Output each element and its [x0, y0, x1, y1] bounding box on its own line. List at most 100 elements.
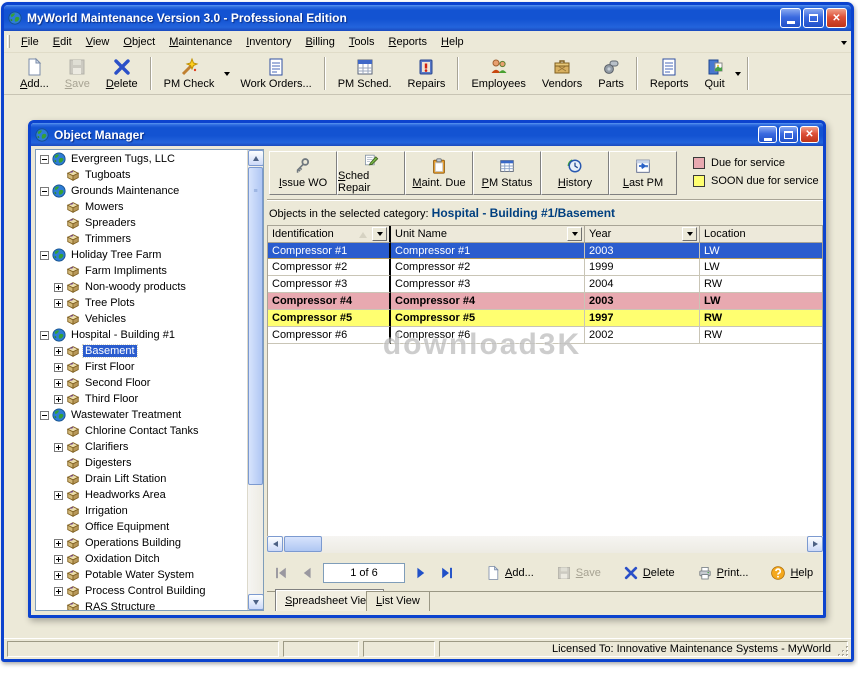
collapse-icon[interactable]: [40, 331, 49, 340]
menu-edit[interactable]: Edit: [46, 33, 79, 51]
object-manager-titlebar[interactable]: Object Manager ✕: [31, 123, 823, 146]
menu-help[interactable]: Help: [434, 33, 471, 51]
add-record-button[interactable]: Add...: [485, 565, 534, 581]
close-button[interactable]: ✕: [826, 8, 847, 28]
menu-billing[interactable]: Billing: [298, 33, 341, 51]
col-location[interactable]: Location: [700, 226, 822, 243]
expand-icon[interactable]: [54, 555, 63, 564]
tree-item[interactable]: Holiday Tree Farm: [36, 247, 247, 263]
repairs-button[interactable]: Repairs: [400, 54, 454, 93]
tree-item[interactable]: RAS Structure: [36, 599, 247, 610]
expand-icon[interactable]: [54, 395, 63, 404]
table-row[interactable]: Compressor #2Compressor #21999LW: [268, 259, 822, 276]
tree-item[interactable]: Clarifiers: [36, 439, 247, 455]
table-row[interactable]: Compressor #1Compressor #12003LW: [268, 242, 822, 259]
menu-maintenance[interactable]: Maintenance: [162, 33, 239, 51]
tree-item[interactable]: First Floor: [36, 359, 247, 375]
add-button[interactable]: Add...: [12, 54, 57, 93]
table-horizontal-scrollbar[interactable]: [267, 536, 823, 553]
expand-icon[interactable]: [54, 363, 63, 372]
reports-button[interactable]: Reports: [642, 54, 697, 93]
scroll-left-button[interactable]: [267, 536, 283, 552]
unit-name-filter-button[interactable]: [567, 227, 582, 241]
resize-grip[interactable]: [837, 645, 850, 658]
history-button[interactable]: History: [541, 151, 609, 195]
tree-item[interactable]: Headworks Area: [36, 487, 247, 503]
tree-scrollbar[interactable]: ≡: [247, 150, 263, 610]
pm-status-button[interactable]: PM Status: [473, 151, 541, 195]
employees-button[interactable]: Employees: [463, 54, 533, 93]
tree-item[interactable]: Mowers: [36, 199, 247, 215]
parts-button[interactable]: Parts: [590, 54, 632, 93]
expand-icon[interactable]: [54, 443, 63, 452]
tree-item[interactable]: Hospital - Building #1: [36, 327, 247, 343]
tree-item[interactable]: Farm Impliments: [36, 263, 247, 279]
identification-filter-button[interactable]: [372, 227, 387, 241]
col-identification[interactable]: Identification: [268, 226, 391, 243]
issue-wo-button[interactable]: Issue WO: [269, 151, 337, 195]
minimize-button[interactable]: [780, 8, 801, 28]
menu-inventory[interactable]: Inventory: [239, 33, 298, 51]
tree-item[interactable]: Digesters: [36, 455, 247, 471]
menu-view[interactable]: View: [79, 33, 117, 51]
print-button[interactable]: Print...: [697, 565, 749, 581]
expand-icon[interactable]: [54, 587, 63, 596]
scroll-right-button[interactable]: [807, 536, 823, 552]
save-record-button[interactable]: Save: [556, 565, 601, 581]
collapse-icon[interactable]: [40, 251, 49, 260]
expand-icon[interactable]: [54, 491, 63, 500]
table-row[interactable]: Compressor #3Compressor #32004RW: [268, 276, 822, 293]
first-record-button[interactable]: [273, 565, 289, 581]
menu-overflow-button[interactable]: [841, 36, 847, 48]
expand-icon[interactable]: [54, 571, 63, 580]
tree-item[interactable]: Third Floor: [36, 391, 247, 407]
om-maximize-button[interactable]: [779, 126, 798, 143]
main-titlebar[interactable]: MyWorld Maintenance Version 3.0 - Profes…: [4, 5, 851, 31]
tree-item[interactable]: Potable Water System: [36, 567, 247, 583]
om-minimize-button[interactable]: [758, 126, 777, 143]
last-pm-button[interactable]: Last PM: [609, 151, 677, 195]
tree-item[interactable]: Wastewater Treatment: [36, 407, 247, 423]
tree-item[interactable]: Process Control Building: [36, 583, 247, 599]
scroll-up-button[interactable]: [248, 150, 264, 166]
maint-due-button[interactable]: Maint. Due: [405, 151, 473, 195]
quit-button[interactable]: Quit: [696, 54, 732, 93]
tree-item[interactable]: Evergreen Tugs, LLC: [36, 151, 247, 167]
pm-check-dropdown-icon[interactable]: [224, 72, 230, 76]
delete-button[interactable]: Delete: [98, 54, 146, 93]
scrollbar-thumb[interactable]: [284, 536, 322, 552]
menu-reports[interactable]: Reports: [382, 33, 435, 51]
tab-list-view[interactable]: List View: [366, 591, 430, 611]
vendors-button[interactable]: Vendors: [534, 54, 590, 93]
tree-item[interactable]: Tree Plots: [36, 295, 247, 311]
col-unit-name[interactable]: Unit Name: [391, 226, 585, 243]
maximize-button[interactable]: [803, 8, 824, 28]
scrollbar-thumb[interactable]: ≡: [248, 167, 263, 485]
next-record-button[interactable]: [413, 565, 429, 581]
collapse-icon[interactable]: [40, 155, 49, 164]
expand-icon[interactable]: [54, 539, 63, 548]
expand-icon[interactable]: [54, 347, 63, 356]
pm-sched-button[interactable]: PM Sched.: [330, 54, 400, 93]
tree-item[interactable]: Irrigation: [36, 503, 247, 519]
expand-icon[interactable]: [54, 379, 63, 388]
quit-dropdown-icon[interactable]: [735, 72, 741, 76]
scroll-down-button[interactable]: [248, 594, 264, 610]
menu-tools[interactable]: Tools: [342, 33, 382, 51]
tree-item[interactable]: Oxidation Ditch: [36, 551, 247, 567]
table-row-due[interactable]: Compressor #4Compressor #42003LW: [268, 293, 822, 310]
tree-item[interactable]: Tugboats: [36, 167, 247, 183]
pm-check-button[interactable]: PM Check: [156, 54, 223, 93]
save-button[interactable]: Save: [57, 54, 98, 93]
tree-item[interactable]: Chlorine Contact Tanks: [36, 423, 247, 439]
tree-item[interactable]: Vehicles: [36, 311, 247, 327]
previous-record-button[interactable]: [299, 565, 315, 581]
tree-item[interactable]: Office Equipment: [36, 519, 247, 535]
menu-object[interactable]: Object: [116, 33, 162, 51]
tree-item[interactable]: Grounds Maintenance: [36, 183, 247, 199]
tree-item[interactable]: Operations Building: [36, 535, 247, 551]
tree-item[interactable]: Non-woody products: [36, 279, 247, 295]
tree-item[interactable]: Spreaders: [36, 215, 247, 231]
tree-item[interactable]: Trimmers: [36, 231, 247, 247]
last-record-button[interactable]: [439, 565, 455, 581]
